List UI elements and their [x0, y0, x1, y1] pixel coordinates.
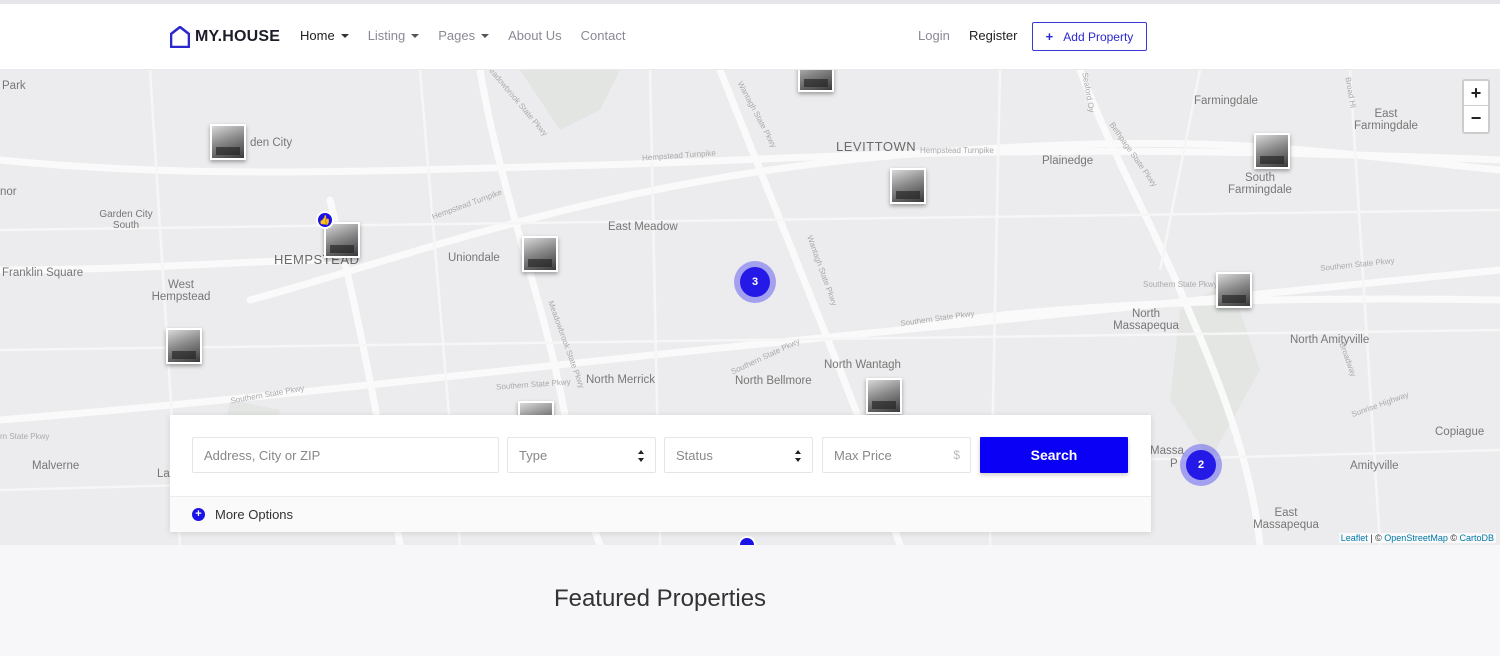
status-placeholder: Status [676, 447, 713, 463]
nav-item-listing[interactable]: Listing [368, 28, 420, 43]
cluster-count: 3 [740, 267, 770, 297]
map-road-label: Southern State Pkwy [1143, 280, 1218, 289]
nav-item-about-us[interactable]: About Us [508, 28, 561, 43]
plus-icon: + [1045, 29, 1054, 44]
max-price-placeholder: Max Price [834, 447, 892, 463]
house-icon [170, 26, 190, 48]
property-marker[interactable] [866, 378, 902, 414]
property-marker[interactable] [522, 236, 558, 272]
property-marker[interactable] [210, 124, 246, 160]
map-place-label: East Farmingdale [1354, 108, 1418, 132]
map-cluster[interactable]: 3 [734, 261, 776, 303]
nav-label: Listing [367, 28, 406, 43]
nav-label: Home [300, 28, 335, 43]
add-property-label: Add Property [1063, 29, 1134, 44]
map-place-label: Park [2, 80, 26, 92]
map-place-label: Malverne [32, 460, 80, 472]
map-place-label: North Massapequa [1113, 308, 1179, 332]
type-placeholder: Type [519, 447, 548, 463]
select-arrows-icon [638, 450, 645, 462]
map-place-label: Garden City South [99, 209, 153, 231]
cluster-count: 2 [1186, 450, 1216, 480]
map-cluster[interactable]: 2 [1180, 444, 1222, 486]
add-property-button[interactable]: + Add Property [1032, 22, 1147, 51]
map-place-label: Amityville [1350, 460, 1399, 472]
brand-logo[interactable]: MY.HOUSE [170, 25, 280, 49]
type-select[interactable]: Type [507, 437, 656, 473]
nav-item-contact[interactable]: Contact [581, 28, 626, 43]
nav-item-pages[interactable]: Pages [438, 28, 490, 43]
nav-label: About Us [508, 28, 562, 43]
register-link[interactable]: Register [969, 28, 1017, 43]
address-input[interactable]: Address, City or ZIP [192, 437, 499, 473]
map-place-label: LEVITTOWN [836, 139, 917, 154]
search-panel: Address, City or ZIP Type Status Max Pri… [170, 415, 1151, 532]
map-place-label: North Merrick [586, 374, 656, 386]
address-placeholder: Address, City or ZIP [204, 447, 321, 463]
map-place-label: Plainedge [1042, 155, 1094, 167]
map-place-label: North Amityville [1290, 334, 1370, 346]
map-place-label: Massa [1150, 445, 1184, 457]
zoom-control: + − [1462, 79, 1490, 134]
map-place-label: P [1170, 458, 1178, 470]
property-marker[interactable] [1254, 133, 1290, 169]
map-attribution: Leaflet | © OpenStreetMap © CartoDB [1338, 533, 1496, 543]
map-place-label: East Massapequa [1253, 507, 1319, 531]
map-place-label: den City [250, 137, 293, 149]
property-marker[interactable] [1216, 272, 1252, 308]
map-place-label: Farmingdale [1194, 95, 1258, 107]
caret-down-icon [481, 33, 490, 38]
max-price-input[interactable]: Max Price $ [822, 437, 971, 473]
main-nav: Home Listing Pages About Us Contact [300, 28, 644, 43]
map-place-label: West Hempstead [151, 279, 211, 303]
attribution-separator: © [1447, 533, 1460, 543]
property-marker[interactable] [798, 70, 834, 92]
nav-label: Contact [580, 28, 626, 43]
zoom-out-button[interactable]: − [1464, 106, 1488, 131]
status-select[interactable]: Status [664, 437, 813, 473]
nav-item-home[interactable]: Home [300, 28, 349, 43]
section-title: Featured Properties [553, 585, 767, 612]
cartodb-link[interactable]: CartoDB [1459, 533, 1494, 543]
dollar-icon: $ [953, 448, 960, 462]
map-place-label: Uniondale [448, 252, 500, 264]
leaflet-link[interactable]: Leaflet [1341, 533, 1368, 543]
nav-label: Pages [438, 28, 476, 43]
zoom-in-button[interactable]: + [1464, 81, 1488, 106]
map-place-label: nor [0, 186, 17, 198]
openstreetmap-link[interactable]: OpenStreetMap [1384, 533, 1448, 543]
map-place-label: Franklin Square [2, 267, 84, 279]
property-marker[interactable] [890, 168, 926, 204]
plus-circle-icon: + [192, 508, 205, 521]
search-button[interactable]: Search [980, 437, 1128, 473]
more-options-label: More Options [215, 507, 294, 522]
attribution-separator: | © [1367, 533, 1385, 543]
caret-down-icon [340, 33, 349, 38]
map-place-label: South Farmingdale [1228, 172, 1292, 196]
login-link[interactable]: Login [918, 28, 950, 43]
map-place-label: Copiague [1435, 426, 1485, 438]
map-road-label: Hempstead Turnpike [920, 146, 994, 155]
site-header: MY.HOUSE Home Listing Pages About Us Con… [0, 4, 1500, 70]
map-place-label: East Meadow [608, 221, 678, 233]
more-options-toggle[interactable]: + More Options [170, 496, 1151, 532]
map-place-label: North Wantagh [824, 359, 901, 371]
map-place-label: La [157, 468, 170, 480]
brand-name: MY.HOUSE [195, 28, 281, 45]
map-road-label: rn State Pkwy [0, 432, 50, 441]
thumbs-up-icon[interactable]: 👍 [316, 211, 334, 229]
caret-down-icon [411, 33, 420, 38]
select-arrows-icon [795, 450, 802, 462]
map-place-label: North Bellmore [735, 375, 812, 387]
property-marker[interactable] [166, 328, 202, 364]
